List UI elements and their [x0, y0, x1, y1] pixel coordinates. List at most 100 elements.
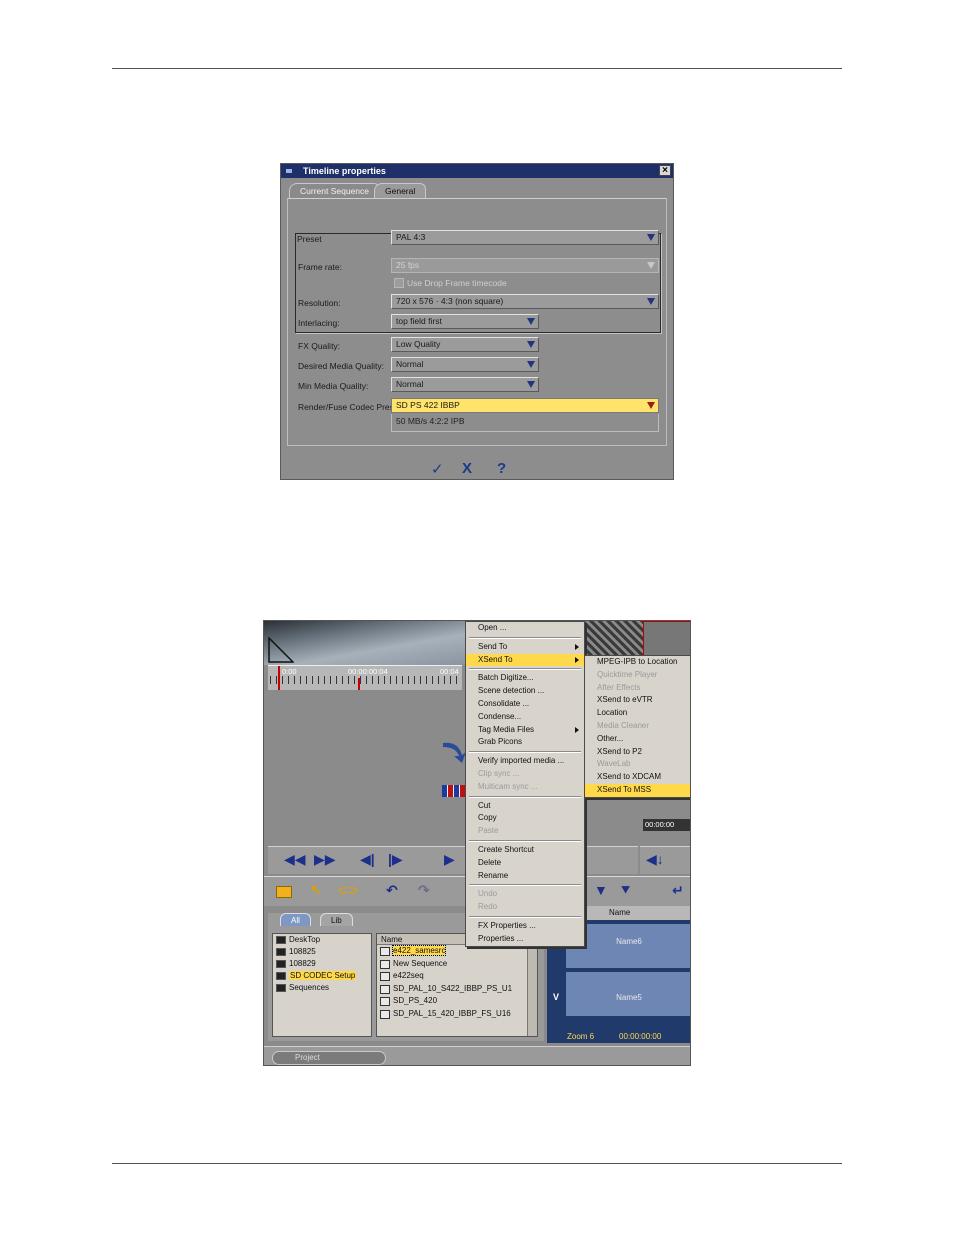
drop-frame-label: Use Drop Frame timecode [407, 278, 507, 288]
tab-current-sequence[interactable]: Current Sequence [289, 183, 380, 198]
menu-item[interactable]: Other... [585, 733, 690, 746]
menu-item-label: XSend To MSS [597, 784, 652, 794]
menu-item[interactable]: XSend To MSS [585, 783, 690, 797]
menu-item[interactable]: Consolidate ... [466, 698, 584, 711]
menu-item[interactable]: Create Shortcut [466, 844, 584, 857]
preset-select[interactable]: PAL 4:3 [391, 230, 659, 245]
cancel-button[interactable]: X [462, 460, 472, 477]
menu-item[interactable]: Copy [466, 812, 584, 825]
pointer-icon[interactable]: ↖ [310, 882, 322, 899]
close-icon[interactable]: × [659, 165, 671, 176]
tab-lib[interactable]: Lib [320, 913, 353, 926]
min-media-quality-select[interactable]: Normal [391, 377, 539, 392]
folder-icon[interactable] [276, 886, 292, 898]
fx-quality-select[interactable]: Low Quality [391, 337, 539, 352]
zoom-label: Zoom 6 [567, 1032, 595, 1041]
menu-item[interactable]: Condense... [466, 711, 584, 724]
menu-item[interactable]: Undo [466, 888, 584, 901]
menu-item[interactable]: Delete [466, 857, 584, 870]
menu-item-label: Condense... [478, 711, 522, 721]
menu-item-label: Delete [478, 857, 502, 867]
menu-item[interactable]: XSend to eVTR [585, 694, 690, 707]
menu-item[interactable]: Clip sync ... [466, 768, 584, 781]
menu-item[interactable]: Paste [466, 825, 584, 838]
menu-item[interactable]: MPEG-IPB to Location [585, 656, 690, 669]
file-row[interactable]: SD_PAL_15_420_IBBP_FS_U16 [377, 1008, 537, 1021]
file-list-scrollbar[interactable] [527, 934, 537, 1036]
menu-item-label: Paste [478, 826, 499, 836]
undo-icon[interactable]: ↶ [386, 882, 398, 899]
menu-item[interactable]: Location [585, 707, 690, 720]
interlacing-select[interactable]: top field first [391, 314, 539, 329]
desired-media-quality-select[interactable]: Normal [391, 357, 539, 372]
menu-item[interactable]: Scene detection ... [466, 685, 584, 698]
menu-item[interactable]: Grab Picons [466, 736, 584, 749]
dialog-title: Timeline properties [303, 166, 386, 176]
rewind-icon[interactable]: ◀◀ [284, 851, 306, 868]
status-bar: Project [264, 1046, 690, 1065]
chevron-right-icon [575, 643, 579, 650]
project-button[interactable]: Project [272, 1051, 386, 1065]
resolution-select[interactable]: 720 x 576 · 4:3 (non square) [391, 294, 659, 309]
source-timeline[interactable]: 0:00 00:00:00:04 00:04 [268, 665, 462, 690]
ok-button[interactable]: ✓ [431, 460, 444, 478]
help-button[interactable]: ? [497, 460, 506, 477]
link-icon[interactable]: ⊂⊃ [338, 883, 358, 897]
file-row[interactable]: e422seq [377, 970, 537, 983]
return-icon[interactable]: ↵ [672, 882, 684, 899]
frame-rate-select[interactable]: 25 fps [391, 258, 659, 273]
menu-item[interactable]: Rename [466, 870, 584, 883]
fast-forward-icon[interactable]: ▶▶ [314, 851, 336, 868]
menu-item[interactable]: XSend to XDCAM [585, 771, 690, 784]
menu-item-label: Rename [478, 870, 509, 880]
menu-item[interactable]: Batch Digitize... [466, 672, 584, 685]
chevron-down-icon [647, 402, 655, 409]
menu-item[interactable]: Redo [466, 901, 584, 914]
extract-icon[interactable]: ⯆ [620, 882, 631, 899]
menu-item[interactable]: XSend To [466, 653, 584, 667]
tree-node-selected[interactable]: SD CODEC Setup [273, 970, 371, 982]
out-marker-icon[interactable] [358, 678, 360, 690]
window-menu-icon[interactable] [285, 167, 293, 175]
menu-item-label: Batch Digitize... [478, 673, 534, 683]
tab-general[interactable]: General [374, 183, 427, 198]
menu-item-label: Media Cleaner [597, 720, 650, 730]
file-row[interactable]: SD_PS_420 [377, 995, 537, 1008]
file-row[interactable]: New Sequence [377, 958, 537, 971]
resolution-value: 720 x 576 · 4:3 (non square) [396, 296, 504, 306]
tree-node[interactable]: 108829 [273, 958, 371, 970]
menu-item[interactable]: After Effects [585, 682, 690, 695]
playhead-icon[interactable] [278, 666, 280, 690]
menu-item[interactable]: Cut [466, 800, 584, 813]
lift-icon[interactable]: ▼ [594, 882, 608, 898]
tree-node[interactable]: 108825 [273, 946, 371, 958]
drop-frame-checkbox[interactable] [394, 278, 404, 288]
menu-item[interactable]: Media Cleaner [585, 720, 690, 733]
menu-item[interactable]: Send To [466, 641, 584, 654]
menu-item[interactable]: Verify imported media ... [466, 755, 584, 768]
redo-icon[interactable]: ↷ [418, 882, 430, 899]
file-row-selected[interactable]: e422_samesrc [377, 945, 537, 958]
menu-item[interactable]: Quicktime Player [585, 669, 690, 682]
menu-item[interactable]: Tag Media Files [466, 724, 584, 737]
tree-node[interactable]: DeskTop [273, 934, 371, 946]
menu-item[interactable]: XSend to P2 [585, 746, 690, 759]
sequence-icon [380, 997, 390, 1006]
render-codec-select[interactable]: SD PS 422 IBBP [391, 398, 659, 413]
menu-item[interactable]: WaveLab [585, 758, 690, 771]
track[interactable]: Name5 [566, 972, 690, 1016]
menu-item[interactable]: Open ... [466, 622, 584, 635]
menu-item[interactable]: FX Properties ... [466, 920, 584, 933]
step-forward-icon[interactable]: |▶ [388, 851, 403, 868]
menu-item[interactable]: Multicam sync ... [466, 781, 584, 794]
menu-item[interactable]: Properties ... [466, 933, 584, 946]
play-icon[interactable]: ▶ [444, 851, 455, 868]
tab-all[interactable]: All [280, 913, 311, 926]
menu-item-label: Tag Media Files [478, 724, 535, 734]
file-row[interactable]: SD_PAL_10_S422_IBBP_PS_U1 [377, 983, 537, 996]
folder-icon [276, 984, 286, 992]
step-back-icon[interactable]: ◀| [360, 851, 375, 868]
sequence-icon [380, 984, 390, 994]
tree-node[interactable]: Sequences [273, 982, 371, 994]
mark-in-icon[interactable]: ◀↓ [646, 851, 664, 868]
